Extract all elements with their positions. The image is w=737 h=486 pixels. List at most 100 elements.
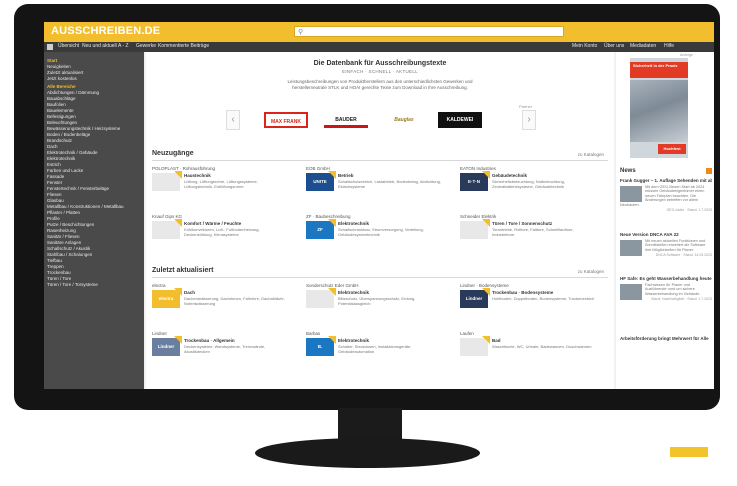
card-description: Torantriebe, Rolltore, Falttore, Schnell… (492, 227, 574, 237)
card-company[interactable]: Barbas (306, 331, 320, 336)
card-description: Hohlboden, Doppelboden, Bodensysteme, Tr… (492, 296, 595, 301)
brand-logo-bauder[interactable]: BAUDER (324, 112, 368, 128)
news-headline[interactable]: Frank Gugger – 1. Auflage Sehenden mit a… (620, 178, 712, 184)
site-logo[interactable]: AUSSCHREIBEN.DE (51, 25, 160, 37)
news-meta: GEG-Index · Stand: 1.7.2023 (666, 208, 712, 213)
card-category[interactable]: Dach (184, 290, 195, 295)
card-description: Schalter, Steckdosen, Installationsgerät… (338, 344, 412, 354)
card-company[interactable]: Lindner (152, 331, 167, 336)
sidebar: Start Neuigkeiten Zuletzt aktualisiert J… (44, 52, 144, 389)
card-category[interactable]: Elektrotechnik (338, 290, 369, 295)
news-headline[interactable]: HF Safe: Es geht Wasserbehandlung heute (620, 276, 712, 282)
catalog-card[interactable]: Lindner · Bodensysteme Lindner Trockenbau … (460, 283, 598, 323)
divider (152, 277, 608, 278)
card-description: Schaltschrankbau, Stromversorgung, Verte… (338, 227, 424, 237)
card-description: Waschtische, WC, Urinale, Badewannen, Du… (492, 344, 592, 349)
card-description: Kühlkonvektoren, Luft-, Fußbodenheizung,… (184, 227, 260, 237)
new-corner-icon (174, 288, 182, 296)
card-company[interactable]: POLOPLAST · Rohrausführung (152, 166, 215, 171)
news-heading: News (620, 168, 636, 174)
nav-commented[interactable]: Kommentierte Beiträge (158, 43, 209, 49)
card-company[interactable]: EOB GmbH (306, 166, 330, 171)
catalog-card[interactable]: POLOPLAST · Rohrausführung Haustechnik Lüf… (152, 166, 290, 206)
new-corner-icon (328, 288, 336, 296)
divider (152, 160, 608, 161)
catalog-card[interactable]: EATON Industries E·T·N Gebäudetechnik Siche… (460, 166, 598, 206)
advertisement-banner[interactable]: Sicherheit in der Praxis Hochfest (630, 58, 688, 158)
ad-image (630, 80, 688, 142)
news-body: Fachwissen für Planer und Ausführende ru… (620, 283, 712, 300)
nav-my-account[interactable]: Mein Konto (572, 43, 597, 49)
nav-help[interactable]: Hilfe (664, 43, 674, 49)
news-item[interactable]: Frank Gugger – 1. Auflage Sehenden mit a… (620, 178, 712, 212)
card-category[interactable]: Trockenbau · Allgemein (184, 338, 235, 343)
catalog-card[interactable]: Sonderschutz Eder GmbH Elektrotechnik Blit… (306, 283, 444, 323)
new-corner-icon (174, 336, 182, 344)
card-category[interactable]: Komfort / Wärme / Feuchte (184, 221, 241, 226)
news-body: Mit neuen aktuellen Funktionen und Schni… (620, 239, 712, 256)
nav-overview[interactable]: Übersicht (58, 43, 79, 49)
hero-subtitle: EINFACH · SCHNELL · AKTUELL (342, 69, 418, 74)
catalog-card[interactable]: ZF · Baubeschreibung ZF Elektrotechnik Scha… (306, 214, 444, 254)
monitor-stand-base (255, 438, 480, 468)
card-category[interactable]: Gebäudetechnik (492, 173, 527, 178)
news-thumbnail[interactable] (620, 283, 642, 300)
catalog-card[interactable]: Knauf Gips KG Komfort / Wärme / Feuchte Kü… (152, 214, 290, 254)
carousel-prev-icon[interactable]: ‹ (226, 110, 240, 130)
brand-logo-bauglas[interactable]: Bauglas (382, 112, 426, 128)
catalog-card[interactable]: electra electra Dach Dachentwässerung, Dach… (152, 283, 290, 323)
catalog-card[interactable]: EOB GmbH UNITE Betrieb Schallschutzestrich,… (306, 166, 444, 206)
carousel-next-icon[interactable]: › (522, 110, 536, 130)
nav-about[interactable]: Über uns (604, 43, 624, 49)
news-headline[interactable]: Arbeitsförderung bringt Mehrwert für All… (620, 336, 712, 342)
hero-title: Die Datenbank für Ausschreibungstexte (313, 60, 447, 67)
card-category[interactable]: Elektrotechnik (338, 338, 369, 343)
brand-logo-max-frank[interactable]: MAX FRANK (264, 112, 308, 128)
card-category[interactable]: Haustechnik (184, 173, 211, 178)
main-navigation: Übersicht Neu und aktuell A - Z Gewerke … (44, 42, 714, 52)
card-company[interactable]: EATON Industries (460, 166, 496, 171)
site-header: AUSSCHREIBEN.DE ⚲ (44, 22, 714, 42)
brand-logo-kaldewei[interactable]: KALDEWEI (438, 112, 482, 128)
news-item[interactable]: Arbeitsförderung bringt Mehrwert für All… (620, 336, 712, 342)
card-category[interactable]: Betrieb (338, 173, 354, 178)
sidebar-item[interactable]: Jetzt kostenlos (47, 76, 141, 82)
hero-description: Leistungsbeschreibungen von Produktherst… (287, 79, 473, 90)
home-icon[interactable] (47, 44, 53, 50)
catalog-card[interactable]: Lindner Lindner Trockenbau · Allgemein Deck… (152, 331, 290, 371)
catalog-card[interactable]: Schneider Elektrik Türen / Tore / Sonnens… (460, 214, 598, 254)
section-recent-more-link[interactable]: zu Katalogen (578, 269, 604, 274)
catalog-card[interactable]: Laufen Bad Waschtische, WC, Urinale, Badew… (460, 331, 598, 371)
news-headline[interactable]: Neue Version DNCA AVA 22 (620, 232, 712, 238)
nav-a-z[interactable]: A - Z (118, 43, 129, 49)
news-item[interactable]: Neue Version DNCA AVA 22 Mit neuen aktuel… (620, 232, 712, 257)
card-category[interactable]: Trockenbau · Bodensysteme (492, 290, 553, 295)
card-category[interactable]: Bad (492, 338, 501, 343)
new-corner-icon (482, 288, 490, 296)
carousel-label: Partner (519, 104, 533, 109)
sidebar-categories-heading[interactable]: Alle Bereiche (47, 84, 141, 89)
card-description: Blitzschutz, Überspannungsschutz, Erdung… (338, 296, 416, 306)
rss-icon[interactable] (706, 168, 712, 174)
new-corner-icon (328, 171, 336, 179)
ad-brand-logo: Hochfest (658, 144, 686, 154)
card-category[interactable]: Elektrotechnik (338, 221, 369, 226)
catalog-card[interactable]: Barbas B. Elektrotechnik Schalter, Steckdos… (306, 331, 444, 371)
news-item[interactable]: HF Safe: Es geht Wasserbehandlung heute F… (620, 276, 712, 301)
sidebar-start-heading[interactable]: Start (47, 58, 141, 63)
card-company[interactable]: Schneider Elektrik (460, 214, 496, 219)
nav-media-data[interactable]: Mediadaten (630, 43, 656, 49)
card-company[interactable]: electra (152, 283, 166, 288)
monitor-screen: AUSSCHREIBEN.DE ⚲ Übersicht Neu und aktu… (44, 22, 714, 389)
sidebar-item[interactable]: Türen / Tore / Torsysteme (47, 282, 141, 288)
nav-new[interactable]: Neu und aktuell (82, 43, 117, 49)
nav-trades[interactable]: Gewerke (136, 43, 156, 49)
card-category[interactable]: Türen / Tore / Sonnenschutz (492, 221, 552, 226)
search-input[interactable]: ⚲ (294, 26, 564, 37)
news-thumbnail[interactable] (620, 239, 642, 256)
card-company[interactable]: Laufen (460, 331, 474, 336)
section-new-more-link[interactable]: zu Katalogen (578, 152, 604, 157)
card-description: Schallschutzestrich, Lastabtrieb, Bodenb… (338, 179, 441, 189)
new-corner-icon (174, 219, 182, 227)
news-thumbnail[interactable] (620, 185, 642, 202)
